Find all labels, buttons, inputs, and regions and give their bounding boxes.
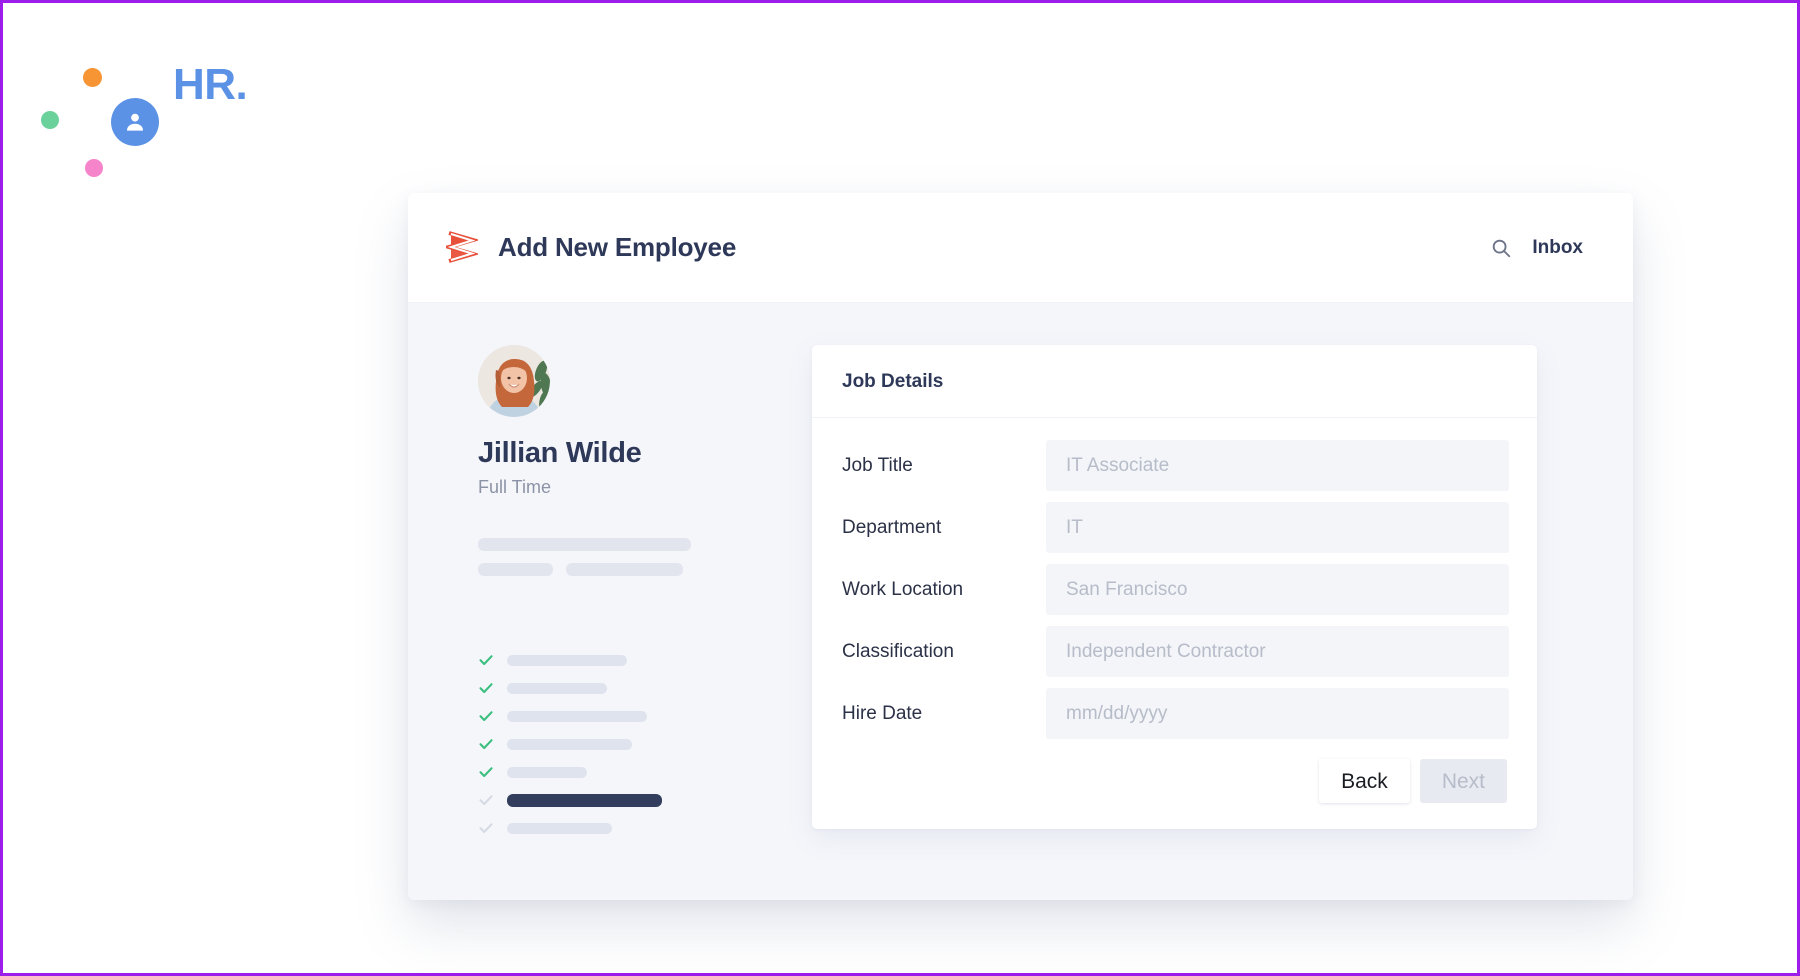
list-item-bar [507, 738, 632, 750]
search-icon[interactable] [1490, 237, 1512, 259]
list-item-bar [507, 682, 607, 694]
next-button[interactable]: Next [1419, 759, 1507, 803]
onboarding-checklist [478, 646, 800, 842]
list-item-bar [507, 793, 662, 807]
form-row-classification: Classification [842, 626, 1509, 677]
app-topbar: Add New Employee Inbox [408, 193, 1633, 303]
list-item[interactable] [478, 674, 800, 702]
back-button[interactable]: Back [1319, 759, 1410, 803]
avatar [478, 345, 550, 417]
form-actions: Back Next [842, 759, 1509, 803]
classification-input[interactable] [1046, 626, 1509, 677]
job-title-input[interactable] [1046, 440, 1509, 491]
list-item-bar [507, 766, 587, 778]
app-body: Jillian Wilde Full Time Job Details Job … [408, 303, 1633, 900]
check-icon [479, 739, 493, 750]
department-label: Department [842, 516, 942, 538]
card-header: Job Details [812, 345, 1537, 418]
work-location-label: Work Location [842, 578, 964, 600]
check-icon [479, 823, 493, 834]
hire-date-input[interactable] [1046, 688, 1509, 739]
hire-date-label: Hire Date [842, 702, 923, 724]
form-row-hire-date: Hire Date [842, 688, 1509, 739]
employment-type: Full Time [478, 477, 552, 497]
green-dot [41, 111, 59, 129]
check-icon [479, 767, 493, 778]
employee-name: Jillian Wilde [478, 437, 642, 469]
list-item[interactable] [478, 730, 800, 758]
topbar-left-group: Add New Employee [446, 230, 736, 266]
work-location-input[interactable] [1046, 564, 1509, 615]
orange-dot [83, 68, 102, 87]
zigzag-logo-icon [446, 230, 478, 263]
pink-dot [85, 159, 103, 177]
classification-label: Classification [842, 640, 954, 662]
page-title: Add New Employee [498, 232, 737, 262]
check-icon [479, 795, 493, 806]
check-icon [479, 683, 493, 694]
job-title-label: Job Title [842, 454, 913, 476]
person-icon [111, 98, 159, 146]
form-row-job-title: Job Title [842, 440, 1509, 491]
skeleton-bar [566, 563, 683, 576]
list-item[interactable] [478, 646, 800, 674]
skeleton-bar [478, 538, 691, 551]
list-item-bar [507, 710, 647, 722]
check-icon [479, 655, 493, 666]
topbar-right-group: Inbox [1490, 237, 1583, 259]
list-item-bar [507, 654, 627, 666]
profile-sidebar: Jillian Wilde Full Time [408, 345, 800, 900]
list-item[interactable] [478, 758, 800, 786]
app-window: Add New Employee Inbox Jillian Wilde Ful… [408, 193, 1633, 900]
card-body: Job Title Department Work Location Class… [812, 418, 1537, 829]
list-item-active[interactable] [478, 786, 800, 814]
list-item[interactable] [478, 702, 800, 730]
brand-wordmark: HR. [173, 60, 248, 109]
list-item[interactable] [478, 814, 800, 842]
department-input[interactable] [1046, 502, 1509, 553]
check-icon [479, 711, 493, 722]
inbox-link[interactable]: Inbox [1532, 237, 1583, 259]
list-item-bar [507, 822, 612, 834]
job-details-card: Job Details Job Title Department Work Lo… [812, 345, 1537, 829]
card-title: Job Details [842, 371, 944, 392]
skeleton-placeholder-block [478, 538, 800, 576]
brand-logo-cluster: HR. [21, 43, 281, 183]
form-row-work-location: Work Location [842, 564, 1509, 615]
form-row-department: Department [842, 502, 1509, 553]
skeleton-bar [478, 563, 553, 576]
